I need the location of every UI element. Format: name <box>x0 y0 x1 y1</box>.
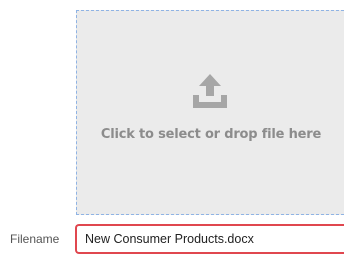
file-upload-panel: Click to select or drop file here Filena… <box>0 0 344 254</box>
filename-label: Filename <box>10 232 60 246</box>
dropzone-label: Click to select or drop file here <box>100 127 322 142</box>
filename-input[interactable] <box>75 224 344 254</box>
upload-icon <box>193 74 227 108</box>
file-dropzone[interactable]: Click to select or drop file here <box>76 10 344 215</box>
